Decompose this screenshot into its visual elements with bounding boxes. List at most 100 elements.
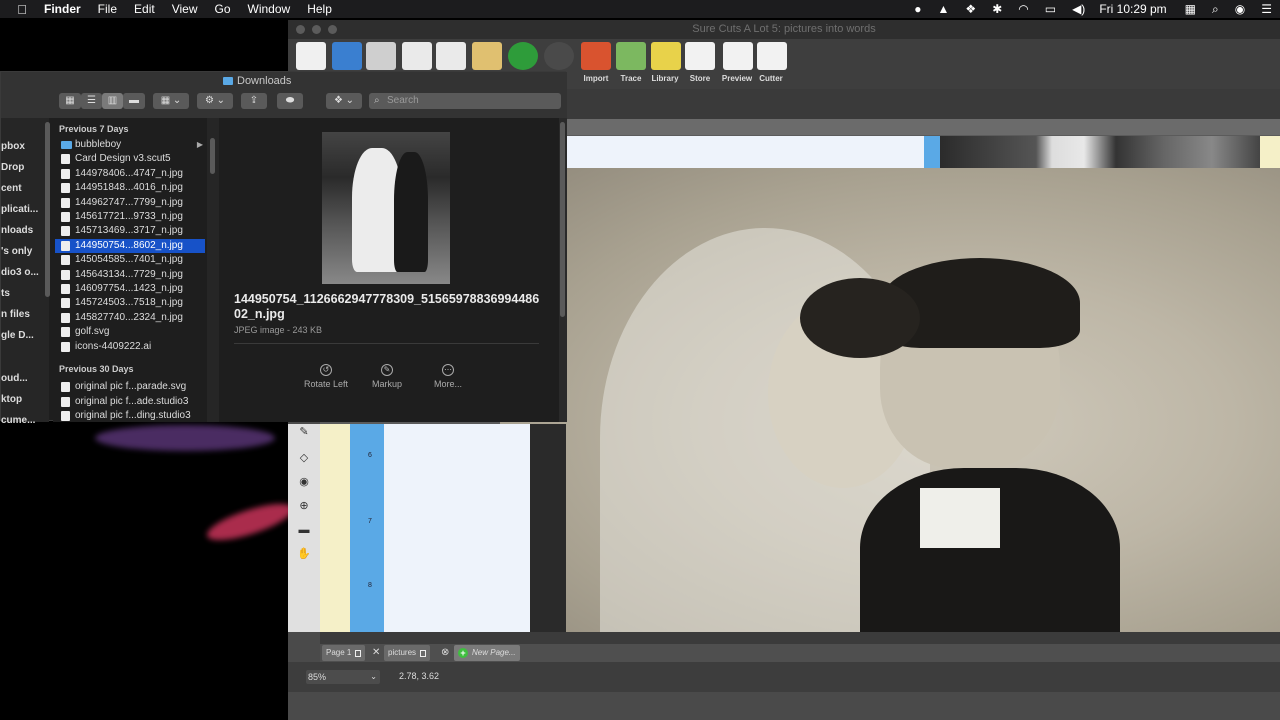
action-gear-button[interactable]: ⚙ ⌄ (197, 93, 233, 109)
sidebar-item-studio3[interactable]: dio3 o... (1, 267, 39, 278)
calendar-icon[interactable]: ▦ (1185, 2, 1196, 16)
file-row[interactable]: 145617721...9733_n.jpg (55, 210, 205, 224)
store-label[interactable]: Store (680, 74, 720, 83)
library-icon[interactable] (651, 42, 681, 70)
icon-view-button[interactable]: ▦ (59, 93, 81, 109)
cutter-label[interactable]: Cutter (751, 74, 791, 83)
share-button[interactable]: ⇪ (241, 93, 267, 109)
sidebar-item-recents[interactable]: cent (1, 183, 22, 194)
file-row[interactable]: 145724503...7518_n.jpg (55, 296, 205, 310)
file-row[interactable]: original pic f...ding.studio3 (55, 409, 205, 422)
tags-button[interactable]: ⬬ (277, 93, 303, 109)
file-row[interactable]: 144978406...4747_n.jpg (55, 167, 205, 181)
preview-magnifier-icon[interactable] (723, 42, 753, 70)
sidebar-item-applications[interactable]: plicati... (1, 204, 38, 215)
list-view-button[interactable]: ☰ (81, 93, 102, 109)
zoom-select[interactable]: 85% ⌄ (306, 670, 380, 684)
file-row[interactable]: 146097754...1423_n.jpg (55, 282, 205, 296)
redo-icon[interactable] (544, 42, 574, 70)
menu-go[interactable]: Go (215, 2, 231, 16)
markup-button[interactable]: ✎ Markup (357, 364, 417, 389)
file-row[interactable]: 145827740...2324_n.jpg (55, 311, 205, 325)
cutter-blade-icon[interactable] (757, 42, 787, 70)
menubar-clock[interactable]: Fri 10:29 pm (1099, 2, 1166, 16)
wedding-closeup-photo[interactable] (500, 168, 1280, 633)
file-row[interactable]: 145643134...7729_n.jpg (55, 268, 205, 282)
library-label[interactable]: Library (645, 74, 685, 83)
trace-icon[interactable] (616, 42, 646, 70)
weld-tool-icon[interactable]: ◉ (297, 476, 311, 488)
column-divider[interactable] (207, 118, 219, 422)
tab-pictures-close-icon[interactable]: ⊗ (441, 647, 449, 658)
menu-file[interactable]: File (98, 2, 117, 16)
record-icon[interactable]: ● (914, 2, 921, 16)
tab-pictures[interactable]: pictures (384, 645, 431, 661)
sidebar-scrollbar[interactable] (45, 122, 50, 297)
file-row[interactable]: 145713469...3717_n.jpg (55, 224, 205, 238)
import-svg-icon[interactable] (581, 42, 611, 70)
measure-tool-icon[interactable]: ▬ (297, 524, 311, 536)
tab-pictures-visibility-icon[interactable] (420, 649, 427, 657)
sidebar-item-users-only[interactable]: 's only (1, 246, 32, 257)
menu-view[interactable]: View (172, 2, 198, 16)
file-row[interactable]: 144950754...8602_n.jpg (55, 238, 205, 253)
menu-finder[interactable]: Finder (44, 2, 81, 16)
sidebar-item-downloads[interactable]: nloads (1, 225, 33, 236)
file-row[interactable]: 144962747...7799_n.jpg (55, 196, 205, 210)
dropbox-icon[interactable]: ❖ (965, 2, 976, 16)
file-row[interactable]: 144951848...4016_n.jpg (55, 181, 205, 195)
zoom-window-icon[interactable] (328, 25, 337, 34)
sidebar-item-icloud[interactable]: oud... (1, 373, 28, 384)
apple-menu-icon[interactable]:  (0, 2, 44, 17)
new-page-tab[interactable]: + New Page... (454, 645, 520, 661)
import-label[interactable]: Import (576, 74, 616, 83)
group-by-button[interactable]: ▦ ⌄ (153, 93, 189, 109)
volume-icon[interactable]: ◀) (1072, 2, 1085, 16)
sidebar-item-desktop[interactable]: ktop (1, 394, 22, 405)
sidebar-item-dropbox[interactable]: pbox (1, 141, 25, 152)
pen-tool-icon[interactable]: ✎ (297, 426, 311, 438)
sidebar-item-airdrop[interactable]: Drop (1, 162, 24, 173)
notification-center-icon[interactable]: ☰ (1261, 2, 1272, 16)
save-icon[interactable] (366, 42, 396, 70)
file-row[interactable]: icons-4409222.ai (55, 340, 205, 354)
minimize-window-icon[interactable] (312, 25, 321, 34)
undo-icon[interactable] (508, 42, 538, 70)
tab-page-1[interactable]: Page 1 (322, 645, 366, 661)
menu-window[interactable]: Window (248, 2, 291, 16)
column-scrollbar[interactable] (210, 138, 215, 174)
more-button[interactable]: ⋯ More... (418, 364, 478, 389)
search-input[interactable]: ⌕ Search (369, 93, 561, 109)
airplay-icon[interactable]: ▭ (1045, 2, 1056, 16)
sidebar-item-google-drive[interactable]: gle D... (1, 330, 34, 341)
preview-scrollbar[interactable] (559, 118, 567, 422)
gallery-view-button[interactable]: ▬ (123, 93, 145, 109)
siri-icon[interactable]: ◉ (1235, 2, 1245, 16)
rotate-left-button[interactable]: ↺ Rotate Left (296, 364, 356, 389)
hand-tool-icon[interactable]: ✋ (297, 548, 311, 560)
file-row[interactable]: original pic f...parade.svg (55, 380, 205, 394)
dropbox-button[interactable]: ❖ ⌄ (326, 93, 362, 109)
open-document-icon[interactable] (332, 42, 362, 70)
node-edit-tool-icon[interactable]: ◇ (297, 452, 311, 464)
paste-icon[interactable] (472, 42, 502, 70)
menu-edit[interactable]: Edit (134, 2, 155, 16)
zoom-tool-icon[interactable]: ⊕ (297, 500, 311, 512)
sidebar-item-files[interactable]: n files (1, 309, 30, 320)
menu-help[interactable]: Help (307, 2, 332, 16)
file-row[interactable]: 145054585...7401_n.jpg (55, 253, 205, 267)
preview-thumbnail[interactable] (322, 132, 450, 284)
file-row[interactable]: Card Design v3.scut5 (55, 152, 205, 166)
close-window-icon[interactable] (296, 25, 305, 34)
bluetooth-icon[interactable]: ✱ (992, 2, 1002, 16)
column-view-button[interactable]: ▥ (102, 93, 123, 109)
wifi-icon[interactable]: ◠ (1018, 2, 1028, 16)
file-row[interactable]: original pic f...ade.studio3 (55, 395, 205, 409)
copy-icon[interactable] (436, 42, 466, 70)
store-cart-icon[interactable] (685, 42, 715, 70)
cut-icon[interactable] (402, 42, 432, 70)
new-document-icon[interactable] (296, 42, 326, 70)
file-row[interactable]: golf.svg (55, 325, 205, 339)
alert-icon[interactable]: ▲ (938, 2, 950, 16)
tab-page-1-close-icon[interactable]: ✕ (372, 647, 380, 658)
